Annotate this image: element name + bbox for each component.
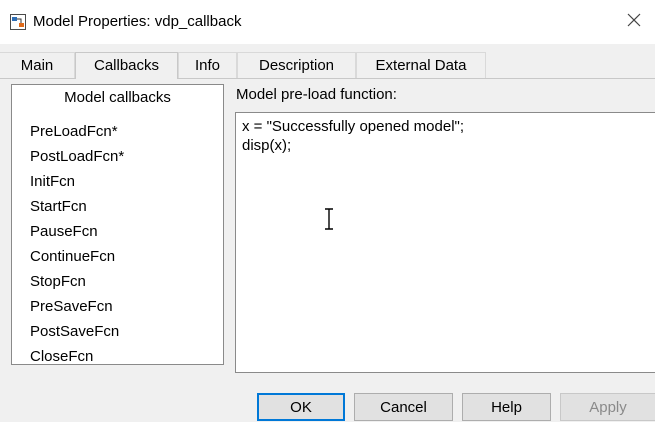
callback-item-presavefcn[interactable]: PreSaveFcn <box>30 294 124 319</box>
tab-external-data[interactable]: External Data <box>356 52 486 78</box>
callback-list[interactable]: Model callbacks PreLoadFcn* PostLoadFcn*… <box>11 84 224 365</box>
title-bar: Model Properties: vdp_callback <box>0 0 655 44</box>
callback-list-items: PreLoadFcn* PostLoadFcn* InitFcn StartFc… <box>30 119 124 369</box>
cancel-button[interactable]: Cancel <box>354 393 453 421</box>
callback-item-pausefcn[interactable]: PauseFcn <box>30 219 124 244</box>
window-title: Model Properties: vdp_callback <box>33 13 242 30</box>
help-button[interactable]: Help <box>462 393 551 421</box>
apply-button[interactable]: Apply <box>560 393 655 421</box>
callback-item-continuefcn[interactable]: ContinueFcn <box>30 244 124 269</box>
callback-item-postsavefcn[interactable]: PostSaveFcn <box>30 319 124 344</box>
tab-description[interactable]: Description <box>237 52 356 78</box>
callback-list-header: Model callbacks <box>64 89 171 106</box>
tab-bar: Main Callbacks Info Description External… <box>0 52 655 79</box>
function-editor-label: Model pre-load function: <box>236 86 397 103</box>
function-code-editor[interactable]: x = "Successfully opened model"; disp(x)… <box>235 112 655 373</box>
callback-item-startfcn[interactable]: StartFcn <box>30 194 124 219</box>
callback-item-stopfcn[interactable]: StopFcn <box>30 269 124 294</box>
close-icon[interactable] <box>625 11 643 29</box>
tab-info[interactable]: Info <box>178 52 237 78</box>
tab-callbacks[interactable]: Callbacks <box>75 52 178 79</box>
callback-item-preloadfcn[interactable]: PreLoadFcn* <box>30 119 124 144</box>
ok-button[interactable]: OK <box>257 393 345 421</box>
tab-main[interactable]: Main <box>0 52 75 78</box>
callback-item-initfcn[interactable]: InitFcn <box>30 169 124 194</box>
callback-item-closefcn[interactable]: CloseFcn <box>30 344 124 369</box>
simulink-model-icon <box>10 14 26 30</box>
text-cursor-icon <box>325 208 333 230</box>
callback-item-postloadfcn[interactable]: PostLoadFcn* <box>30 144 124 169</box>
